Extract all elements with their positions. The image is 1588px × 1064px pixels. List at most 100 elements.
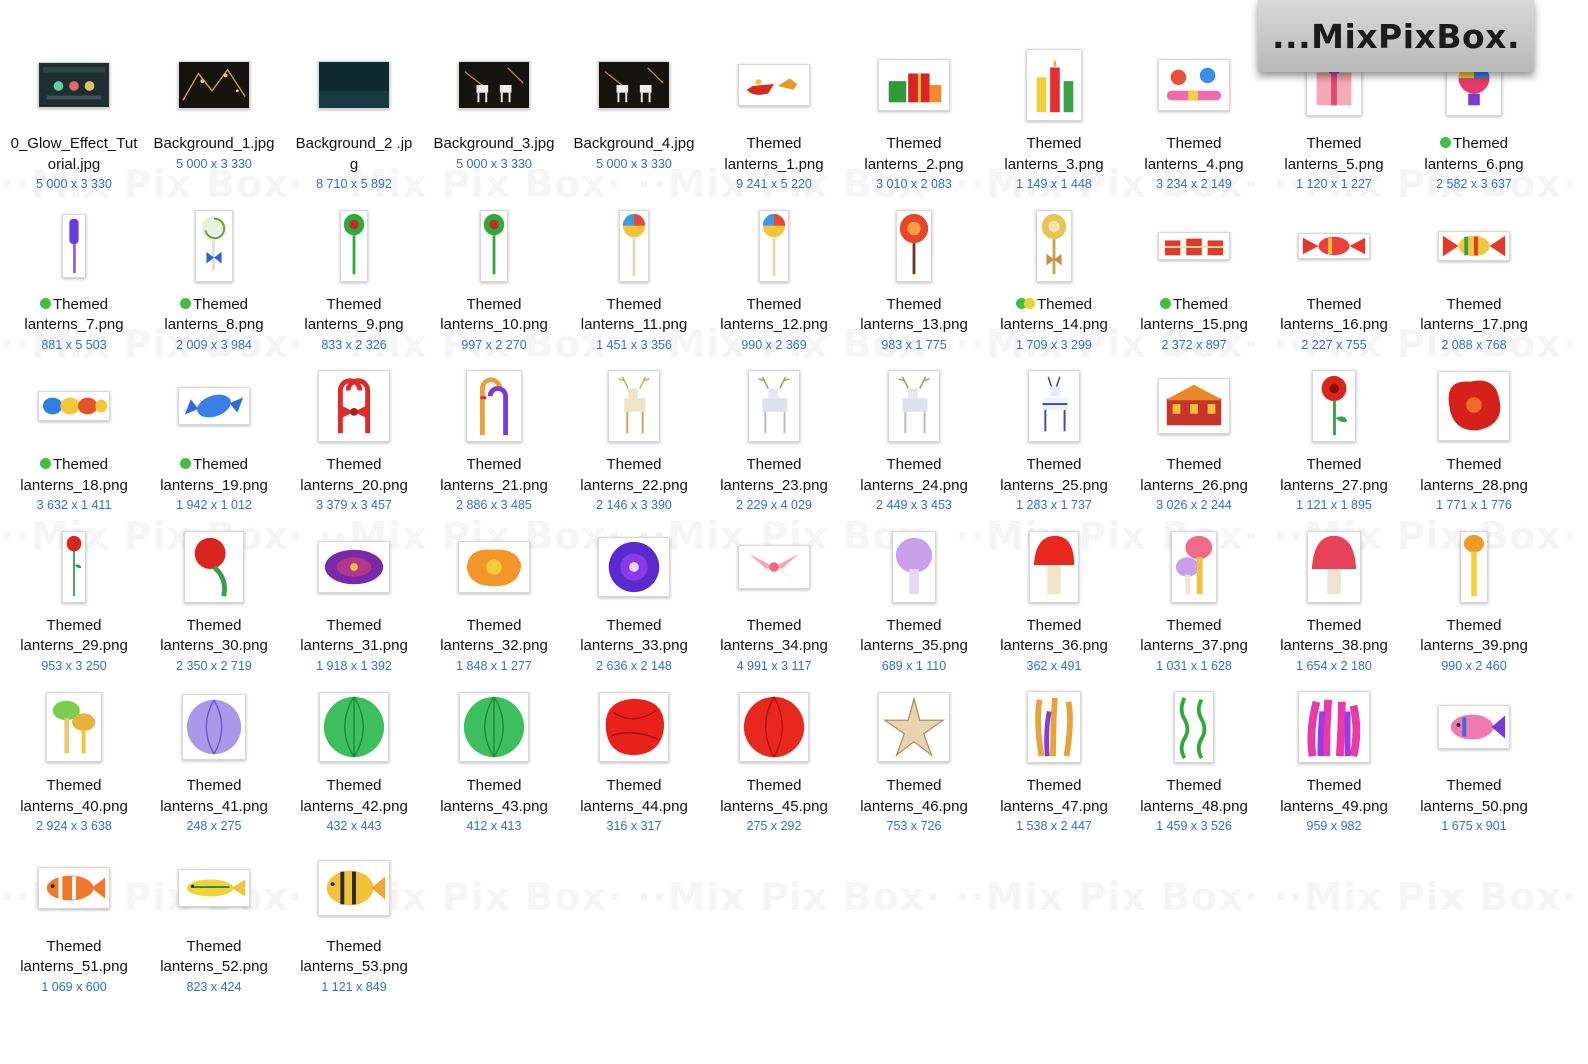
anemone-lantern-icon[interactable] <box>1298 691 1370 763</box>
file-item[interactable]: Themed lanterns_49.png 959 x 982 <box>1264 686 1404 847</box>
file-item[interactable]: Themed lanterns_30.png 2 350 x 2 719 <box>144 526 284 687</box>
file-item[interactable]: Themed lanterns_18.png 3 632 x 1 411 <box>4 365 144 526</box>
wrapped-candy-lantern-icon[interactable] <box>1298 232 1370 259</box>
file-item[interactable]: 0_Glow_Effect_Tut orial.jpg 5 000 x 3 330 <box>4 44 144 205</box>
candy-cane-bow-lantern-icon[interactable] <box>318 370 390 442</box>
gift-row-lantern-icon[interactable] <box>1158 231 1230 260</box>
background-thumbnail-icon[interactable] <box>598 61 670 109</box>
mushroom-lantern-icon[interactable] <box>1460 530 1488 603</box>
file-item[interactable]: Themed lanterns_9.png 833 x 2 326 <box>284 205 424 366</box>
file-item[interactable]: Themed lanterns_17.png 2 088 x 768 <box>1404 205 1544 366</box>
file-item[interactable]: Themed lanterns_32.png 1 848 x 1 277 <box>424 526 564 687</box>
file-item[interactable]: Themed lanterns_2.png 3 010 x 2 083 <box>844 44 984 205</box>
file-item[interactable]: Themed lanterns_53.png 1 121 x 849 <box>284 847 424 1008</box>
candy-cane-lantern-icon[interactable] <box>466 370 522 442</box>
file-item[interactable]: Themed lanterns_46.png 753 x 726 <box>844 686 984 847</box>
file-item[interactable]: Themed lanterns_13.png 983 x 1 775 <box>844 205 984 366</box>
flower-lantern-icon[interactable] <box>318 540 390 593</box>
file-item[interactable]: Themed lanterns_21.png 2 886 x 3 485 <box>424 365 564 526</box>
candy-stick-lantern-icon[interactable] <box>62 213 86 278</box>
file-item[interactable]: Themed lanterns_36.png 362 x 491 <box>984 526 1124 687</box>
file-item[interactable]: Themed lanterns_33.png 2 636 x 2 148 <box>564 526 704 687</box>
file-item[interactable]: Themed lanterns_26.png 3 026 x 2 244 <box>1124 365 1264 526</box>
seaweed-lantern-icon[interactable] <box>1174 691 1214 763</box>
file-item[interactable]: Themed lanterns_44.png 316 x 317 <box>564 686 704 847</box>
file-item[interactable]: Themed lanterns_16.png 2 227 x 755 <box>1264 205 1404 366</box>
flower-lantern-icon[interactable] <box>184 530 244 603</box>
candles-lantern-icon[interactable] <box>1026 49 1082 121</box>
mushroom-lantern-icon[interactable] <box>892 530 936 603</box>
ball-lantern-icon[interactable] <box>319 692 389 762</box>
lollipop-lantern-icon[interactable] <box>480 209 508 282</box>
file-item[interactable]: Themed lanterns_47.png 1 538 x 2 447 <box>984 686 1124 847</box>
file-item[interactable]: Themed lanterns_35.png 689 x 1 110 <box>844 526 984 687</box>
deer-lantern-icon[interactable] <box>888 370 940 442</box>
file-item[interactable]: Themed lanterns_52.png 823 x 424 <box>144 847 284 1008</box>
file-item[interactable]: Themed lanterns_29.png 953 x 3 250 <box>4 526 144 687</box>
file-item[interactable]: Themed lanterns_42.png 432 x 443 <box>284 686 424 847</box>
flower-lantern-icon[interactable] <box>62 530 86 603</box>
lollipop-lantern-icon[interactable] <box>896 209 932 282</box>
file-item[interactable]: Themed lanterns_20.png 3 379 x 3 457 <box>284 365 424 526</box>
flower-lantern-icon[interactable] <box>458 540 530 593</box>
candies-lantern-icon[interactable] <box>1158 59 1230 111</box>
file-item[interactable]: Themed lanterns_39.png 990 x 2 460 <box>1404 526 1544 687</box>
file-item[interactable]: Themed lanterns_41.png 248 x 275 <box>144 686 284 847</box>
flower-lantern-icon[interactable] <box>1438 371 1510 441</box>
lollipop-lantern-icon[interactable] <box>619 209 649 282</box>
lollipop-lantern-icon[interactable] <box>340 209 368 282</box>
deer-lantern-icon[interactable] <box>1028 370 1080 442</box>
ball-lantern-icon[interactable] <box>182 694 246 760</box>
background-thumbnail-icon[interactable] <box>318 61 390 109</box>
fish-lantern-icon[interactable] <box>178 868 250 907</box>
file-item[interactable]: Themed lanterns_45.png 275 x 292 <box>704 686 844 847</box>
fish-lantern-icon[interactable] <box>38 866 110 909</box>
background-thumbnail-icon[interactable] <box>178 61 250 109</box>
flower-lantern-icon[interactable] <box>1312 370 1356 442</box>
file-item[interactable]: Themed lanterns_24.png 2 449 x 3 453 <box>844 365 984 526</box>
file-item[interactable]: Themed lanterns_23.png 2 229 x 4 029 <box>704 365 844 526</box>
fish-lantern-icon[interactable] <box>1438 705 1510 749</box>
file-item[interactable]: Themed lanterns_1.png 9 241 x 5 220 <box>704 44 844 205</box>
file-item[interactable]: Themed lanterns_10.png 997 x 2 270 <box>424 205 564 366</box>
wrapped-candy-lantern-icon[interactable] <box>38 391 110 421</box>
gingerbread-house-lantern-icon[interactable] <box>1158 378 1230 434</box>
mushroom-lantern-icon[interactable] <box>1171 530 1217 603</box>
starfish-lantern-icon[interactable] <box>878 692 950 762</box>
mushroom-lantern-icon[interactable] <box>1029 530 1079 603</box>
file-item[interactable]: Themed lanterns_12.png 990 x 2 369 <box>704 205 844 366</box>
lily-lantern-icon[interactable] <box>738 544 810 589</box>
file-item[interactable]: Themed lanterns_37.png 1 031 x 1 628 <box>1124 526 1264 687</box>
file-item[interactable]: Themed lanterns_28.png 1 771 x 1 776 <box>1404 365 1544 526</box>
coral-lantern-icon[interactable] <box>1027 691 1081 763</box>
deer-lantern-icon[interactable] <box>748 370 800 442</box>
mushroom-lantern-icon[interactable] <box>46 692 102 762</box>
wrapped-candy-lantern-icon[interactable] <box>178 387 250 425</box>
flower-lantern-icon[interactable] <box>598 536 670 597</box>
file-item[interactable]: Themed lanterns_25.png 1 283 x 1 737 <box>984 365 1124 526</box>
file-item[interactable]: Themed lanterns_4.png 3 234 x 2 149 <box>1124 44 1264 205</box>
file-item[interactable]: Themed lanterns_31.png 1 918 x 1 392 <box>284 526 424 687</box>
lollipop-lantern-icon[interactable] <box>195 209 233 282</box>
file-item[interactable]: Themed lanterns_3.png 1 149 x 1 448 <box>984 44 1124 205</box>
gift-boxes-lantern-icon[interactable] <box>878 59 950 111</box>
file-item[interactable]: Themed lanterns_8.png 2 009 x 3 984 <box>144 205 284 366</box>
file-item[interactable]: Background_2 .jp g 8 710 x 5 892 <box>284 44 424 205</box>
file-item[interactable]: Themed lanterns_19.png 1 942 x 1 012 <box>144 365 284 526</box>
file-item[interactable]: Themed lanterns_43.png 412 x 413 <box>424 686 564 847</box>
file-item[interactable]: Background_1.jpg 5 000 x 3 330 <box>144 44 284 205</box>
file-item[interactable]: Themed lanterns_22.png 2 146 x 3 390 <box>564 365 704 526</box>
deer-lantern-icon[interactable] <box>608 370 660 442</box>
file-item[interactable]: Themed lanterns_38.png 1 654 x 2 180 <box>1264 526 1404 687</box>
file-item[interactable]: Themed lanterns_11.png 1 451 x 3 356 <box>564 205 704 366</box>
mushroom-lantern-icon[interactable] <box>1307 530 1361 603</box>
wrapped-candy-lantern-icon[interactable] <box>1438 230 1510 261</box>
file-item[interactable]: Themed lanterns_27.png 1 121 x 1 895 <box>1264 365 1404 526</box>
file-item[interactable]: Themed lanterns_34.png 4 991 x 3 117 <box>704 526 844 687</box>
sleigh-lantern-icon[interactable] <box>738 64 810 106</box>
file-item[interactable]: Themed lanterns_7.png 881 x 5 503 <box>4 205 144 366</box>
file-item[interactable]: Themed lanterns_40.png 2 924 x 3 638 <box>4 686 144 847</box>
file-item[interactable]: Background_4.jpg 5 000 x 3 330 <box>564 44 704 205</box>
tutorial-thumbnail-icon[interactable] <box>38 62 110 108</box>
file-item[interactable]: Themed lanterns_51.png 1 069 x 600 <box>4 847 144 1008</box>
